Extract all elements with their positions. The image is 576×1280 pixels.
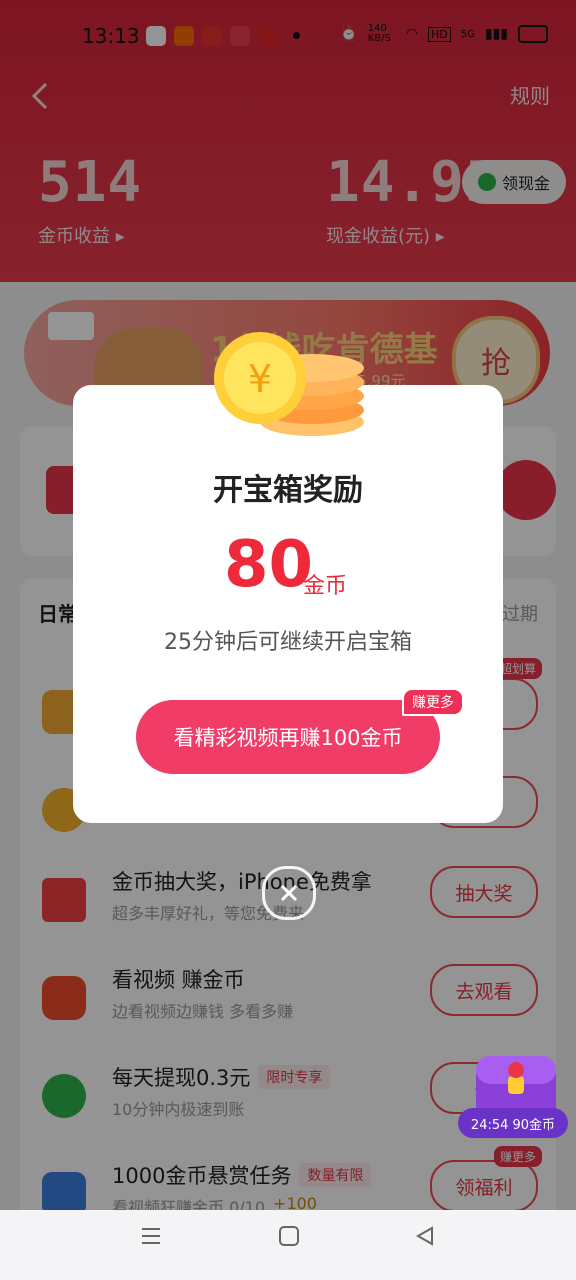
reward-unit: 金币 bbox=[303, 574, 348, 599]
close-icon bbox=[280, 884, 298, 902]
treasure-timer[interactable]: 24:54 90金币 bbox=[458, 1108, 568, 1138]
back-nav-icon[interactable] bbox=[414, 1224, 436, 1254]
earn-more-badge: 赚更多 bbox=[402, 688, 464, 716]
home-nav-icon[interactable] bbox=[278, 1224, 300, 1254]
modal-title: 开宝箱奖励 bbox=[213, 473, 363, 508]
coins-illustration: ¥ bbox=[214, 332, 364, 436]
svg-text:¥: ¥ bbox=[248, 357, 272, 401]
navigation-bar bbox=[0, 1210, 576, 1280]
close-modal-button[interactable] bbox=[262, 866, 316, 920]
menu-nav-icon[interactable] bbox=[140, 1224, 162, 1254]
watch-video-button[interactable]: 看精彩视频再赚100金币 bbox=[136, 700, 440, 774]
reward-amount: 80 bbox=[224, 528, 314, 602]
modal-subtitle: 25分钟后可继续开启宝箱 bbox=[164, 630, 412, 655]
